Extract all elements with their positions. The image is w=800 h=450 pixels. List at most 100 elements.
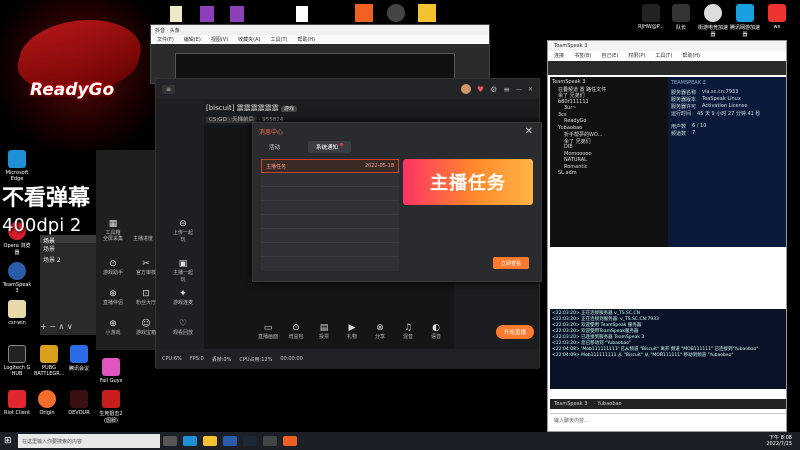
ts-menu-connect[interactable]: 连接 <box>554 52 564 60</box>
tool-minigame[interactable]: ⊕ 小游戏 <box>101 319 125 336</box>
tool-play-together[interactable]: ▣ 主播一起玩 <box>171 259 195 283</box>
desktop-icon-csr[interactable]: csr-win <box>2 300 32 326</box>
menu-view[interactable]: 视图(V) <box>211 36 228 43</box>
tool-game-connect[interactable]: ✦ 游戏连麦 <box>171 289 195 306</box>
tool-replay[interactable]: ♡ 观看回放 <box>171 319 195 336</box>
start-icon[interactable]: ⊞ <box>4 436 12 446</box>
start-live-button[interactable]: 开始直播 <box>496 325 534 339</box>
desktop-icon-meeting[interactable]: 腾讯会议 <box>64 345 94 372</box>
desktop-icon-pubg[interactable]: PUBG BATTLEGR... <box>34 345 64 377</box>
desktop-icon-ghub[interactable]: Logitech G HUB <box>2 345 32 377</box>
folder-icon[interactable] <box>203 436 217 446</box>
desktop-icon-teamspeak[interactable]: TeamSpeak 3 <box>2 262 32 294</box>
tool-upload[interactable]: ⊖ 上传一起玩 <box>171 219 195 243</box>
ts-menu-self[interactable]: 自己(E) <box>601 52 618 60</box>
tab-system-notice[interactable]: 系统通知 <box>308 141 352 153</box>
tool-game-helper[interactable]: ⊙ 游戏助手 <box>101 259 125 276</box>
tab-activity[interactable]: 活动 <box>261 141 288 153</box>
tool-chest[interactable]: ☺ 游戏宝箱 <box>134 319 158 336</box>
tool-voice[interactable]: ◐ 语音 <box>424 323 448 340</box>
ts-menu-tools[interactable]: 工具(T) <box>655 52 672 60</box>
task-view-icon[interactable] <box>163 436 177 446</box>
app-icon[interactable] <box>418 4 436 22</box>
scene-item[interactable]: 场景 <box>40 243 96 254</box>
desktop-icon-edge[interactable]: Microsoft Edge <box>2 150 32 182</box>
list-item[interactable] <box>261 201 399 215</box>
scene-controls[interactable]: + − ∧ ∨ <box>40 322 96 332</box>
obs-icon[interactable] <box>387 4 405 22</box>
view-now-button[interactable]: 立即查看 <box>493 257 529 269</box>
menu-favorites[interactable]: 收藏夹(A) <box>238 36 260 43</box>
message-center-modal[interactable]: 消息中心 ✕ 活动 系统通知 主播任务 2022-05-18 主播任务 立即查看 <box>252 122 542 282</box>
tool-toolbox[interactable]: ▦ 工具箱 <box>101 219 125 236</box>
tool-share[interactable]: ⊗ 分享 <box>368 323 392 340</box>
tool-vote[interactable]: ▤ 投票 <box>312 323 336 340</box>
ts-menu-help[interactable]: 帮助(H) <box>682 52 700 60</box>
tab-channel[interactable]: Yubaobao <box>597 401 621 407</box>
tool-progress[interactable]: 主播进度 <box>131 235 155 242</box>
menu-help[interactable]: 帮助(H) <box>297 36 315 43</box>
desktop-icon-wx[interactable]: wx <box>762 4 792 30</box>
steam-icon[interactable] <box>243 436 257 446</box>
taskbar-search[interactable]: 在这里输入你要搜索的内容 <box>18 434 160 448</box>
app-back-button[interactable]: ≡ <box>162 84 176 94</box>
desktop-icon-game[interactable]: 生死狙击2 (国服) <box>96 390 126 424</box>
tool-mix[interactable]: ♫ 混音 <box>396 323 420 340</box>
ts-chat-log[interactable]: <22:03:20> 正在连接服务器 v_TS.SC.CN <22:03:20>… <box>550 309 786 389</box>
list-item[interactable] <box>261 229 399 243</box>
teamspeak-window[interactable]: TeamSpeak 3 连接 书签(B) 自己(E) 权限(P) 工具(T) 帮… <box>547 40 787 432</box>
ts-chat-input[interactable]: 输入聊天内容... <box>550 413 786 425</box>
teamspeak-icon[interactable] <box>223 436 237 446</box>
menu-tools[interactable]: 工具(T) <box>271 36 288 43</box>
app-icon[interactable] <box>283 436 297 446</box>
close-icon[interactable]: ✕ <box>528 86 533 93</box>
app-icon[interactable] <box>355 4 373 22</box>
message-list[interactable]: 主播任务 2022-05-18 <box>261 159 399 271</box>
gift-icon[interactable]: ♥ <box>477 85 484 94</box>
tool-live-screen[interactable]: ▭ 直播画面 <box>256 323 280 340</box>
ts-channel-tree[interactable]: TeamSpeak 3 在叠频道 置 路任文件 余了 兄弟们 b80r11111… <box>550 77 668 247</box>
list-item[interactable] <box>261 243 399 257</box>
desktop-icon-riot[interactable]: Riot Client <box>2 390 32 416</box>
ts-menu-permissions[interactable]: 权限(P) <box>628 52 645 60</box>
list-item[interactable] <box>261 173 399 187</box>
settings-icon[interactable]: ⚙ <box>490 85 497 94</box>
scene-list[interactable]: 场景 场景 场景 2 <box>40 235 96 335</box>
desktop-icon-captain[interactable]: 队长 <box>666 4 696 31</box>
desktop-icon-qq[interactable]: RJHW@P... <box>636 4 666 30</box>
tree-item[interactable]: SL adm <box>552 170 666 177</box>
menu-edit[interactable]: 编辑(E) <box>184 36 201 43</box>
archive-icon[interactable] <box>230 6 244 22</box>
close-icon[interactable]: ✕ <box>525 126 533 137</box>
archive-icon[interactable] <box>200 6 214 22</box>
list-item[interactable] <box>261 187 399 201</box>
minimize-icon[interactable]: — <box>516 86 522 93</box>
desktop-icon-devour[interactable]: DEVOUR <box>64 390 94 416</box>
tool-companion[interactable]: ⊕ 直播伴侣 <box>101 289 125 306</box>
browser-window[interactable]: 抖音 · 头条 文件(F) 编辑(E) 视图(V) 收藏夹(A) 工具(T) 帮… <box>150 24 490 84</box>
tool-boost[interactable]: ⊙ 增益包 <box>284 323 308 340</box>
ts-toolbar[interactable] <box>548 61 786 75</box>
clock[interactable]: 下午 8:08 2022/7/15 <box>766 435 792 447</box>
edge-icon[interactable] <box>183 436 197 446</box>
category-select[interactable]: CS:GO · 天梯前后 <box>206 117 258 123</box>
scene-item[interactable]: 场景 2 <box>40 254 96 265</box>
avatar[interactable] <box>460 84 471 94</box>
tool-fans[interactable]: ⊡ 粉丝大厅 <box>134 289 158 306</box>
tool-fullscreen[interactable]: 全屏采集 <box>101 235 125 242</box>
file-icon[interactable] <box>170 6 182 22</box>
list-item[interactable] <box>261 215 399 229</box>
menu-file[interactable]: 文件(F) <box>157 36 174 43</box>
desktop-icon-origin[interactable]: Origin <box>32 390 62 416</box>
desktop-icon-tencent-accel[interactable]: 腾讯网游加速器 <box>730 4 760 38</box>
tool-official[interactable]: ✂ 官方审核 <box>134 259 158 276</box>
ts-menu-bookmarks[interactable]: 书签(B) <box>574 52 591 60</box>
tool-gift[interactable]: ▶ 礼物 <box>340 323 364 340</box>
tab-server[interactable]: TeamSpeak 3 <box>554 401 587 407</box>
desktop-icon-fallguys[interactable]: Fall Guys <box>96 358 126 384</box>
menu-icon[interactable]: ≡ <box>503 85 510 94</box>
document-icon[interactable] <box>296 6 308 22</box>
list-item[interactable]: 主播任务 2022-05-18 <box>261 159 399 173</box>
desktop-icon-accel[interactable]: 街游电竞加速器 <box>698 4 728 38</box>
obs-icon[interactable] <box>263 436 277 446</box>
